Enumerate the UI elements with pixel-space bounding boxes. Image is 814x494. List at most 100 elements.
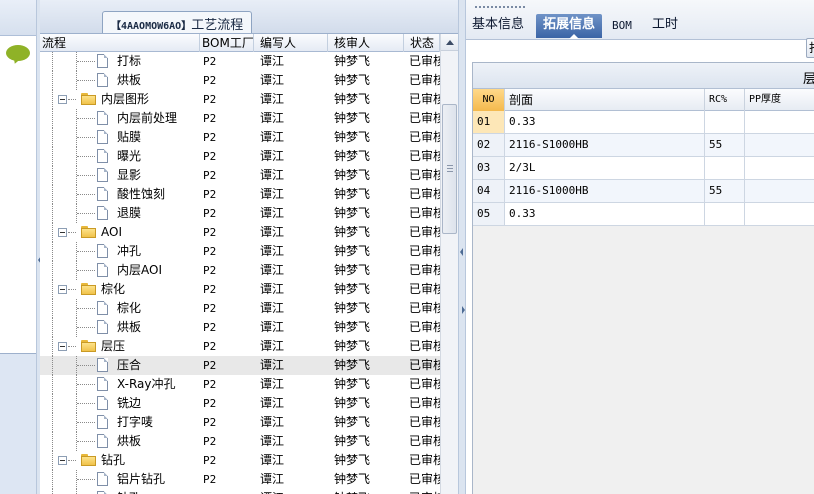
tree-row[interactable]: 钻孔P2谭江钟梦飞已审核 xyxy=(40,489,440,494)
stackup-row[interactable]: 04 2116-S1000HB 55 xyxy=(473,180,814,203)
tree-node[interactable]: 显影 xyxy=(40,166,200,185)
tree-node[interactable]: 层压 xyxy=(40,337,200,356)
tree-row[interactable]: 烘板 P2 谭江 钟梦飞 已审核 xyxy=(40,432,440,451)
route-tab[interactable]: 【4AAOMOW6AO】工艺流程 xyxy=(102,11,253,33)
rc-cell[interactable]: 55 xyxy=(705,180,745,202)
tab-extended-info[interactable]: 拓展信息 xyxy=(536,14,603,39)
tree-node[interactable]: 内层图形 xyxy=(40,90,200,109)
tree-row[interactable]: 棕化 P2 谭江 钟梦飞 已审核 xyxy=(40,299,440,318)
tree-row[interactable]: 贴膜 P2 谭江 钟梦飞 已审核 xyxy=(40,128,440,147)
section-cell[interactable]: 2/3L xyxy=(505,157,705,179)
tree-node[interactable]: 打标 xyxy=(40,52,200,71)
tree-node[interactable]: 打字唛 xyxy=(40,413,200,432)
drag-handle-icon[interactable] xyxy=(475,6,525,10)
tree-row[interactable]: 曝光 P2 谭江 钟梦飞 已审核 xyxy=(40,147,440,166)
tree-node[interactable]: 烘板 xyxy=(40,432,200,451)
tree-row[interactable]: X-Ray冲孔 P2 谭江 钟梦飞 已审核 xyxy=(40,375,440,394)
scroll-thumb[interactable] xyxy=(442,104,457,234)
no-cell[interactable]: 02 xyxy=(473,134,505,156)
no-cell[interactable]: 01 xyxy=(473,111,505,133)
tree-node[interactable]: AOI xyxy=(40,223,200,242)
collapse-toggle-icon[interactable] xyxy=(58,285,67,294)
tab-labor-hours[interactable]: 工时 xyxy=(652,14,678,38)
column-header-rc[interactable]: RC% xyxy=(705,89,745,111)
tree-row[interactable]: 烘板 P2 谭江 钟梦飞 已审核 xyxy=(40,71,440,90)
column-header-status[interactable]: 状态 xyxy=(404,34,440,52)
middle-splitter[interactable] xyxy=(458,0,466,494)
tree-row[interactable]: 钻孔P2谭江钟梦飞已审核 xyxy=(40,451,440,470)
collapse-toggle-icon[interactable] xyxy=(58,342,67,351)
tree-node[interactable]: 冲孔 xyxy=(40,242,200,261)
rc-cell[interactable] xyxy=(705,111,745,133)
tree-node[interactable]: 内层前处理 xyxy=(40,109,200,128)
tree-node[interactable]: 铝片钻孔 xyxy=(40,470,200,489)
tree-row[interactable]: 内层图形 P2 谭江 钟梦飞 已审核 xyxy=(40,90,440,109)
tree-scrollbar[interactable] xyxy=(440,34,458,494)
stackup-row[interactable]: 05 0.33 xyxy=(473,203,814,226)
scroll-up-icon[interactable] xyxy=(441,34,458,51)
tree-row[interactable]: 内层AOI P2 谭江 钟梦飞 已审核 xyxy=(40,261,440,280)
tree-node[interactable]: 铣边 xyxy=(40,394,200,413)
tree-row[interactable]: 酸性蚀刻 P2 谭江 钟梦飞 已审核 xyxy=(40,185,440,204)
tree-row[interactable]: 显影 P2 谭江 钟梦飞 已审核 xyxy=(40,166,440,185)
pp-thickness-cell[interactable] xyxy=(745,157,814,179)
tree-node[interactable]: 酸性蚀刻 xyxy=(40,185,200,204)
tree-node[interactable]: 钻孔 xyxy=(40,451,200,470)
tree-row[interactable]: AOI P2 谭江 钟梦飞 已审核 xyxy=(40,223,440,242)
tree-node[interactable]: 烘板 xyxy=(40,318,200,337)
rc-cell[interactable]: 55 xyxy=(705,134,745,156)
tab-bom[interactable]: BOM xyxy=(612,15,632,39)
tree-node[interactable]: 钻孔 xyxy=(40,489,200,494)
tree-node[interactable]: 压合 xyxy=(40,356,200,375)
chat-bubble-icon[interactable] xyxy=(6,45,30,61)
tree-node[interactable]: 退膜 xyxy=(40,204,200,223)
collapse-right-arrow-icon[interactable] xyxy=(462,306,465,314)
tree-row[interactable]: 冲孔 P2 谭江 钟梦飞 已审核 xyxy=(40,242,440,261)
column-header-bom[interactable]: BOM工厂 xyxy=(200,34,254,52)
tree-row[interactable]: 铣边 P2 谭江 钟梦飞 已审核 xyxy=(40,394,440,413)
tree-row[interactable]: 压合 P2 谭江 钟梦飞 已审核 xyxy=(40,356,440,375)
tree-row[interactable]: 退膜 P2 谭江 钟梦飞 已审核 xyxy=(40,204,440,223)
column-header-section[interactable]: 剖面 xyxy=(505,89,705,111)
stackup-row[interactable]: 01 0.33 xyxy=(473,111,814,134)
stackup-row[interactable]: 03 2/3L xyxy=(473,157,814,180)
no-cell[interactable]: 05 xyxy=(473,203,505,225)
tree-node[interactable]: 烘板 xyxy=(40,71,200,90)
stackup-row[interactable]: 02 2116-S1000HB 55 xyxy=(473,134,814,157)
collapse-toggle-icon[interactable] xyxy=(58,95,67,104)
rc-cell[interactable] xyxy=(705,157,745,179)
column-header-pp-thickness[interactable]: PP厚度 xyxy=(745,89,814,111)
section-cell[interactable]: 0.33 xyxy=(505,203,705,225)
tab-basic-info[interactable]: 基本信息 xyxy=(472,14,524,38)
tree-node[interactable]: 棕化 xyxy=(40,299,200,318)
tree-node[interactable]: 棕化 xyxy=(40,280,200,299)
tree-row[interactable]: 烘板 P2 谭江 钟梦飞 已审核 xyxy=(40,318,440,337)
column-header-no[interactable]: NO xyxy=(473,89,505,111)
no-cell[interactable]: 03 xyxy=(473,157,505,179)
tree-row[interactable]: 棕化 P2 谭江 钟梦飞 已审核 xyxy=(40,280,440,299)
pp-thickness-cell[interactable] xyxy=(745,134,814,156)
pp-thickness-cell[interactable] xyxy=(745,111,814,133)
column-header-route[interactable]: 流程 xyxy=(40,34,200,52)
section-cell[interactable]: 2116-S1000HB xyxy=(505,180,705,202)
tree-node[interactable]: 曝光 xyxy=(40,147,200,166)
collapse-left-arrow-icon[interactable] xyxy=(460,248,463,256)
section-cell[interactable]: 0.33 xyxy=(505,111,705,133)
collapse-toggle-icon[interactable] xyxy=(58,456,67,465)
section-cell[interactable]: 2116-S1000HB xyxy=(505,134,705,156)
column-header-editor[interactable]: 编写人 xyxy=(254,34,328,52)
collapse-toggle-icon[interactable] xyxy=(58,228,67,237)
tree-node[interactable]: 贴膜 xyxy=(40,128,200,147)
print-button[interactable]: 打 xyxy=(806,38,814,58)
tree-row[interactable]: 打标 P2 谭江 钟梦飞 已审核 xyxy=(40,52,440,71)
tree-row[interactable]: 内层前处理 P2 谭江 钟梦飞 已审核 xyxy=(40,109,440,128)
rc-cell[interactable] xyxy=(705,203,745,225)
tree-row[interactable]: 层压 P2 谭江 钟梦飞 已审核 xyxy=(40,337,440,356)
no-cell[interactable]: 04 xyxy=(473,180,505,202)
tree-node[interactable]: X-Ray冲孔 xyxy=(40,375,200,394)
tree-node[interactable]: 内层AOI xyxy=(40,261,200,280)
tree-row[interactable]: 铝片钻孔 P2 谭江 钟梦飞 已审核 xyxy=(40,470,440,489)
tree-row[interactable]: 打字唛 P2 谭江 钟梦飞 已审核 xyxy=(40,413,440,432)
pp-thickness-cell[interactable] xyxy=(745,203,814,225)
column-header-reviewer[interactable]: 核审人 xyxy=(328,34,404,52)
